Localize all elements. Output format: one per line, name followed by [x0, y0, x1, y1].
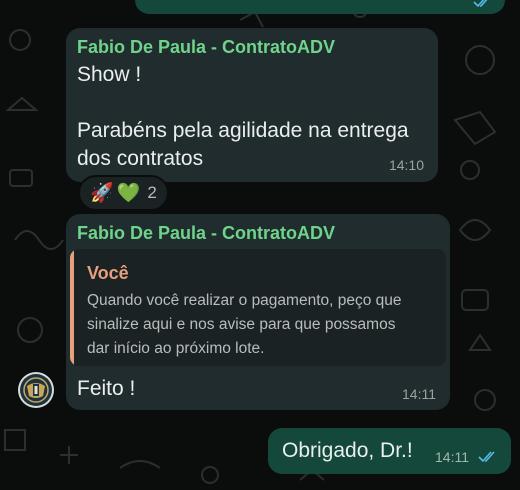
incoming-message-bubble[interactable]: Fabio De Paula - ContratoADV Você Quando…: [66, 214, 450, 410]
sender-name[interactable]: Fabio De Paula - ContratoADV: [77, 223, 335, 244]
quote-accent-bar: [70, 249, 74, 366]
quote-line: sinalize aqui e nos avise para que possa…: [87, 316, 396, 333]
outgoing-message-bubble[interactable]: Obrigado, Dr.! 14:11: [268, 428, 511, 474]
green-heart-reaction-icon: 💚: [116, 183, 141, 204]
sender-avatar[interactable]: [18, 372, 54, 408]
double-check-read-icon: [478, 451, 495, 463]
sender-name[interactable]: Fabio De Paula - ContratoADV: [77, 37, 335, 58]
reaction-count: 2: [147, 183, 157, 202]
message-text: Obrigado, Dr.!: [282, 439, 413, 462]
reactions-pill[interactable]: 🚀 💚 2: [78, 175, 169, 211]
quote-author: Você: [87, 263, 129, 283]
previous-outgoing-bubble[interactable]: [135, 0, 505, 14]
incoming-message-bubble[interactable]: Fabio De Paula - ContratoADV Show ! Para…: [66, 28, 438, 182]
message-line: Parabéns pela agilidade na entrega: [77, 119, 409, 142]
message-time: 14:10: [388, 157, 424, 173]
message-time: 14:11: [435, 449, 469, 465]
double-check-read-icon: [473, 0, 488, 8]
quote-line: Quando você realizar o pagamento, peço q…: [87, 292, 402, 309]
message-time: 14:11: [402, 386, 436, 402]
message-line: Show !: [77, 63, 142, 86]
quoted-message[interactable]: Você Quando você realizar o pagamento, p…: [70, 249, 446, 366]
rocket-reaction-icon: 🚀: [90, 183, 114, 204]
quote-line: dar início ao próximo lote.: [87, 340, 265, 357]
law-firm-logo-icon: [20, 374, 52, 406]
message-line: dos contratos: [77, 147, 204, 170]
message-text: Feito !: [77, 377, 136, 400]
